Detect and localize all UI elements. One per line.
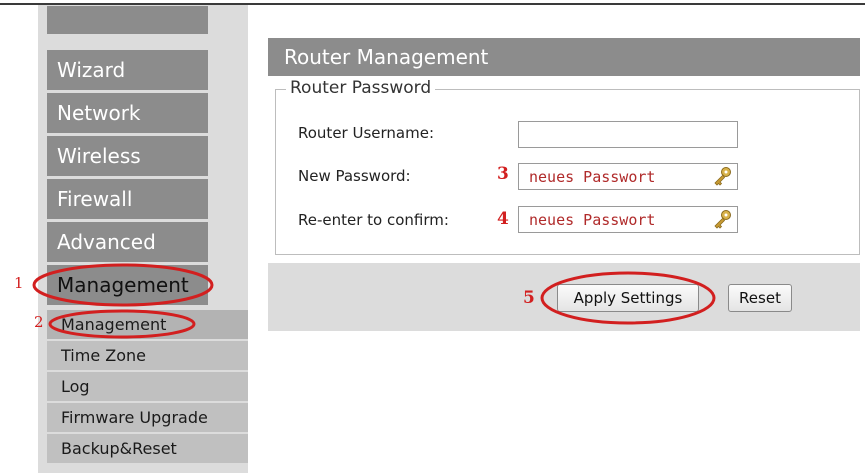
annotation-number-3: 3 bbox=[497, 164, 509, 184]
menu-item-wizard[interactable]: Wizard bbox=[47, 50, 208, 90]
menu-item-network[interactable]: Network bbox=[47, 93, 208, 133]
reset-button[interactable]: Reset bbox=[728, 284, 792, 312]
menu-item-firewall[interactable]: Firewall bbox=[47, 179, 208, 219]
sidebar-header-block bbox=[47, 6, 208, 34]
confirm-password-label: Re-enter to confirm: bbox=[298, 211, 449, 229]
key-icon bbox=[714, 167, 731, 186]
submenu-item-log[interactable]: Log bbox=[47, 372, 248, 401]
submenu-item-backup-reset[interactable]: Backup&Reset bbox=[47, 434, 248, 463]
submenu-item-time-zone[interactable]: Time Zone bbox=[47, 341, 248, 370]
new-password-input[interactable]: neues Passwort bbox=[518, 163, 738, 190]
router-password-legend: Router Password bbox=[286, 78, 436, 98]
confirm-password-input[interactable]: neues Passwort bbox=[518, 206, 738, 233]
annotation-number-4: 4 bbox=[497, 209, 509, 229]
submenu-item-management[interactable]: Management bbox=[47, 310, 248, 339]
menu-item-advanced[interactable]: Advanced bbox=[47, 222, 208, 262]
apply-settings-button[interactable]: Apply Settings bbox=[557, 284, 699, 312]
new-password-value: neues Passwort bbox=[529, 168, 656, 186]
router-username-input[interactable] bbox=[518, 121, 738, 148]
page-title: Router Management bbox=[268, 38, 860, 76]
menu-item-wireless[interactable]: Wireless bbox=[47, 136, 208, 176]
new-password-label: New Password: bbox=[298, 167, 411, 185]
menu-item-management[interactable]: Management bbox=[47, 265, 208, 305]
annotation-number-1: 1 bbox=[14, 274, 24, 292]
annotation-number-5: 5 bbox=[523, 288, 535, 308]
router-username-label: Router Username: bbox=[298, 124, 434, 142]
key-icon bbox=[714, 210, 731, 229]
confirm-password-value: neues Passwort bbox=[529, 211, 656, 229]
submenu-item-firmware-upgrade[interactable]: Firmware Upgrade bbox=[47, 403, 248, 432]
annotation-number-2: 2 bbox=[34, 313, 44, 331]
